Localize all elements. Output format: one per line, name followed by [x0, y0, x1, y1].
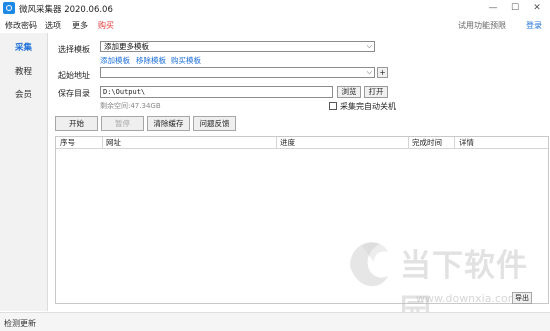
- maximize-button[interactable]: ☐: [504, 0, 526, 16]
- save-dir-label: 保存目录: [58, 89, 90, 98]
- column-progress[interactable]: 进度: [280, 138, 295, 147]
- add-template-link[interactable]: 添加模板: [100, 55, 130, 66]
- template-select[interactable]: 添加更多模板 ⌵: [100, 41, 375, 52]
- add-url-button[interactable]: +: [377, 67, 388, 78]
- close-button[interactable]: ✕: [526, 0, 548, 16]
- save-dir-value: D:\Output\: [103, 88, 146, 96]
- menu-more[interactable]: 更多: [72, 20, 88, 31]
- start-url-label: 起始地址: [58, 71, 90, 80]
- window-title: 微风采集器 2020.06.06: [19, 5, 113, 15]
- auto-shutdown-label: 采集完自动关机: [340, 102, 396, 111]
- sidebar-item-collect[interactable]: 采集: [0, 41, 47, 53]
- sidebar-item-member[interactable]: 会员: [0, 88, 47, 100]
- menu-change-password[interactable]: 修改密码: [5, 20, 37, 31]
- auto-shutdown-checkbox[interactable]: [329, 102, 337, 110]
- watermark-logo-icon: [350, 242, 388, 287]
- check-update-link[interactable]: 检测更新: [4, 318, 36, 329]
- menu-purchase[interactable]: 购买: [98, 20, 114, 31]
- start-button[interactable]: 开始: [55, 116, 98, 131]
- column-index[interactable]: 序号: [60, 138, 75, 147]
- column-divider: [454, 137, 455, 148]
- free-space-text: 剩余空间:47.34GB: [100, 102, 161, 110]
- column-finish-time[interactable]: 完成时间: [412, 138, 442, 147]
- app-logo-icon: [3, 2, 15, 14]
- title-bar: 微风采集器 2020.06.06 — ☐ ✕: [0, 0, 550, 16]
- template-select-value: 添加更多模板: [104, 42, 149, 51]
- pause-button[interactable]: 暂停: [101, 116, 144, 131]
- clear-cache-button[interactable]: 清除缓存: [147, 116, 190, 131]
- sidebar: 采集 教程 会员: [0, 33, 48, 311]
- watermark: 当下软件园 www.downxia.com: [344, 236, 534, 329]
- column-divider: [276, 137, 277, 148]
- save-dir-input[interactable]: D:\Output\: [100, 86, 333, 98]
- menu-bar: 修改密码 选项 更多 购买 试用功能预限 登录: [0, 16, 550, 32]
- login-link[interactable]: 登录: [526, 20, 542, 31]
- column-details[interactable]: 详情: [459, 138, 474, 147]
- trial-features-link[interactable]: 试用功能预限: [458, 20, 506, 31]
- chevron-down-icon: ⌵: [366, 68, 372, 76]
- remove-template-link[interactable]: 移除模板: [136, 55, 166, 66]
- column-divider: [102, 137, 103, 148]
- browse-button[interactable]: 浏览: [337, 86, 361, 98]
- buy-template-link[interactable]: 购买模板: [171, 55, 201, 66]
- export-button[interactable]: 导出: [512, 292, 532, 304]
- menu-options[interactable]: 选项: [45, 20, 61, 31]
- chevron-down-icon: ⌵: [366, 42, 372, 50]
- open-button[interactable]: 打开: [364, 86, 388, 98]
- minimize-button[interactable]: —: [482, 0, 504, 16]
- template-label: 选择模板: [58, 45, 90, 54]
- feedback-button[interactable]: 问题反馈: [193, 116, 236, 131]
- status-bar: 检测更新: [0, 312, 550, 331]
- column-divider: [408, 137, 409, 148]
- sidebar-item-tutorial[interactable]: 教程: [0, 65, 47, 77]
- start-url-input[interactable]: ⌵: [100, 67, 375, 78]
- watermark-url: www.downxia.com: [416, 292, 519, 305]
- table-header: 序号 网址 进度 完成时间 详情: [56, 137, 548, 149]
- column-url[interactable]: 网址: [106, 138, 121, 147]
- app-window: 微风采集器 2020.06.06 — ☐ ✕ 修改密码 选项 更多 购买 试用功…: [0, 0, 550, 331]
